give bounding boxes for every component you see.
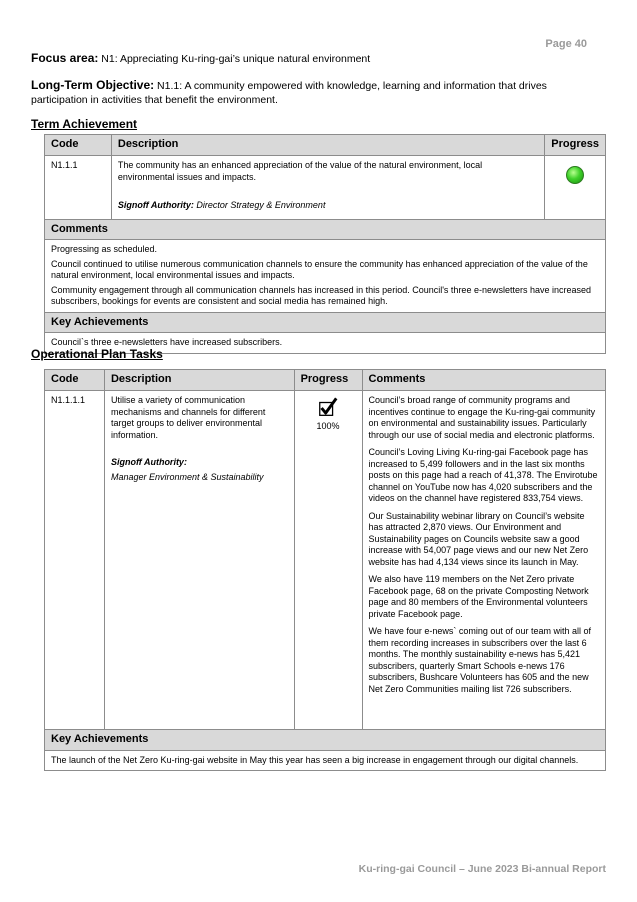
progress-percent: 100% [316, 421, 340, 431]
row-description: Utilise a variety of communication mecha… [103, 390, 295, 730]
comments-cell: Progressing as scheduled. Council contin… [44, 239, 606, 313]
row-progress: 100% [293, 390, 363, 730]
header-progress: Progress [544, 134, 606, 156]
row-comments: Council’s broad range of community progr… [361, 390, 607, 730]
comment-line: Progressing as scheduled. [51, 244, 158, 254]
table-row: N1.1.1 The community has an enhanced app… [44, 155, 606, 220]
operational-plan-table: Code Description Progress Comments N1.1.… [44, 369, 607, 771]
objective-label: Long-Term Objective: [31, 78, 155, 92]
comment-paragraph: Council’s Loving Living Ku-ring-gai Face… [368, 447, 598, 503]
comment-paragraph: Council’s broad range of community progr… [368, 395, 596, 440]
term-achievement-title: Term Achievement [31, 117, 138, 131]
key-achievements-header: Key Achievements [44, 311, 606, 333]
checkbox-checked-icon [319, 397, 338, 416]
status-green-icon [566, 166, 585, 184]
header-code: Code [44, 134, 112, 156]
header-comments: Comments [361, 369, 607, 391]
signoff-value: Director Strategy & Environment [196, 200, 326, 210]
signoff-value: Manager Environment & Sustainability [110, 471, 264, 482]
row-code: N1.1.1 [44, 155, 112, 220]
comments-header: Comments [44, 218, 606, 240]
header-code: Code [44, 369, 105, 391]
header-description: Description [103, 369, 295, 391]
page-number: Page 40 [545, 38, 587, 50]
description-text: The community has an enhanced appreciati… [117, 160, 483, 182]
header-description: Description [110, 134, 546, 156]
header-progress: Progress [293, 369, 363, 391]
focus-area-label: Focus area: [31, 51, 99, 65]
key-achievements-header: Key Achievements [44, 729, 606, 751]
row-progress [544, 155, 606, 220]
signoff: Signoff Authority: Director Strategy & E… [118, 200, 538, 212]
operational-plan-title: Operational Plan Tasks [31, 347, 163, 361]
comment-line: Community engagement through all communi… [51, 284, 592, 307]
long-term-objective: Long-Term Objective: N1.1: A community e… [31, 78, 591, 107]
table-row: N1.1.1.1 Utilise a variety of communicat… [44, 390, 607, 730]
row-description: The community has an enhanced appreciati… [110, 155, 546, 220]
term-achievement-table: Code Description Progress N1.1.1 The com… [44, 134, 606, 354]
comment-paragraph: We have four e-news` coming out of our t… [368, 626, 591, 694]
focus-area: Focus area: N1: Appreciating Ku-ring-gai… [31, 51, 370, 65]
signoff-label: Signoff Authority: [117, 200, 194, 210]
table-header-row: Code Description Progress [44, 134, 606, 156]
description-text: Utilise a variety of communication mecha… [110, 395, 266, 440]
report-footer: Ku-ring-gai Council – June 2023 Bi-annua… [358, 863, 606, 875]
row-code: N1.1.1.1 [44, 390, 105, 730]
key-achievements-text: The launch of the Net Zero Ku-ring-gai w… [44, 749, 606, 771]
focus-area-value: N1: Appreciating Ku-ring-gai’s unique na… [101, 53, 371, 65]
comment-line: Council continued to utilise numerous co… [51, 258, 588, 281]
signoff-label: Signoff Authority: [110, 457, 187, 467]
table-header-row: Code Description Progress Comments [44, 369, 607, 391]
comment-paragraph: We also have 119 members on the Net Zero… [368, 574, 589, 619]
comment-paragraph: Our Sustainability webinar library on Co… [368, 510, 589, 567]
